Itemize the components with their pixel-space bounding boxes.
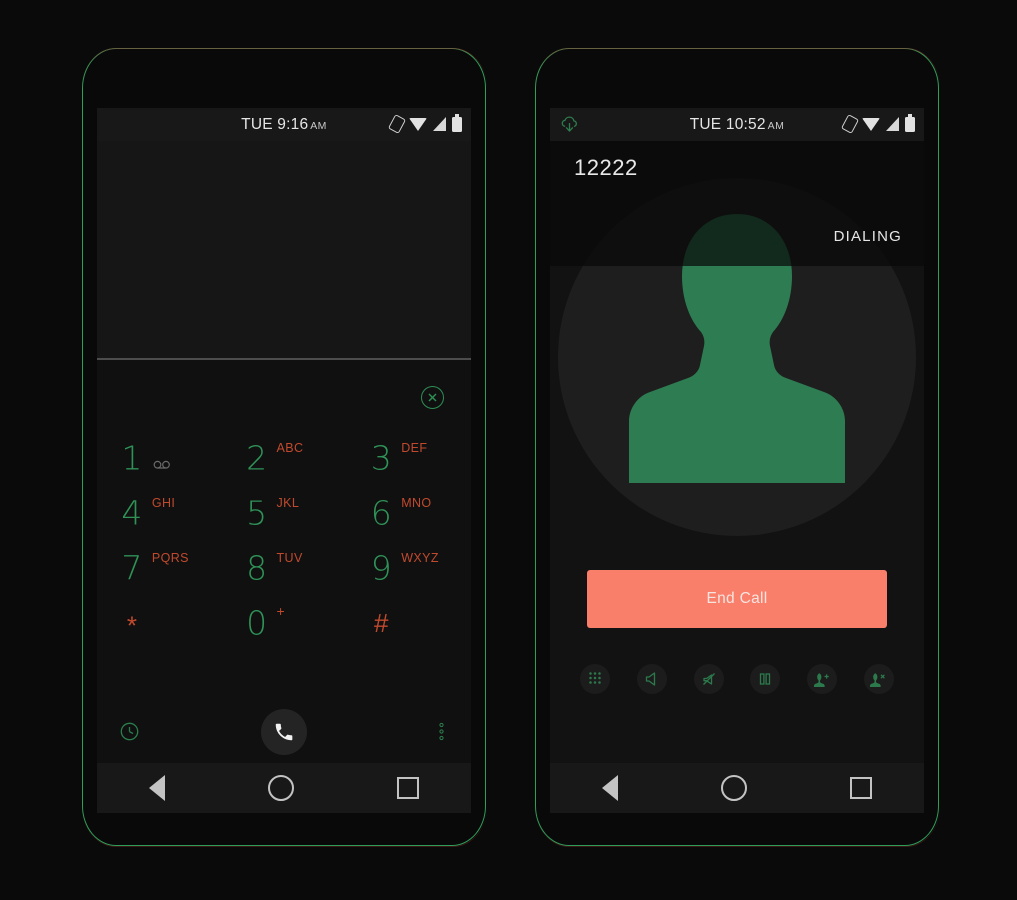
key-6[interactable]: 6 MNO [346,485,471,540]
clock-time: 10:52 [725,116,766,133]
keypad-row: 4 GHI 5 JKL 6 MNO [97,485,471,540]
more-vertical-icon [439,722,444,741]
clock-history-icon [120,722,139,741]
key-letters: PQRS [151,550,189,565]
status-bar-right: TUE 10:52 AM [550,108,924,141]
key-letters: GHI [151,495,176,510]
nav-bar-left [97,763,471,813]
screenshot-stage: TUE 9:16 AM 1 2 ABC 3 DEF 4 GHI 5 JKL 6 … [0,0,1017,900]
back-triangle-icon[interactable] [601,775,618,801]
dialpad-icon[interactable] [580,664,610,694]
key-digit: 0 [246,603,268,642]
keypad-row: * 0 + # [97,595,471,650]
keypad: 1 2 ABC 3 DEF 4 GHI 5 JKL 6 MNO 7 PQRS 8… [97,430,471,650]
call-controls [550,664,924,694]
key-letters: TUV [276,550,303,565]
voicemail-icon [153,456,171,474]
key-3[interactable]: 3 DEF [346,430,471,485]
battery-icon [452,114,462,132]
call-number: 12222 [574,155,638,180]
clock-day: TUE [241,116,273,133]
key-9[interactable]: 9 WXYZ [346,540,471,595]
dialer-phone: TUE 9:16 AM 1 2 ABC 3 DEF 4 GHI 5 JKL 6 … [81,47,487,847]
key-digit: 4 [121,493,143,532]
clock-ampm: AM [310,120,327,132]
key-digit: 6 [370,493,392,532]
key-1[interactable]: 1 [97,430,222,485]
mute-icon[interactable] [693,664,724,694]
hold-pause-icon[interactable] [750,664,781,694]
phone-handset-icon [275,723,293,741]
call-history-button[interactable] [120,722,139,746]
key-letters: ABC [276,440,304,455]
clear-button[interactable] [421,386,444,409]
key-digit: 1 [121,438,143,477]
keypad-row: 7 PQRS 8 TUV 9 WXYZ [97,540,471,595]
call-button[interactable] [261,709,307,755]
key-digit: # [374,607,389,638]
wifi-icon [409,117,427,131]
signal-icon [433,117,446,131]
key-4[interactable]: 4 GHI [97,485,222,540]
home-circle-icon[interactable] [720,775,747,801]
status-icons-left [387,114,462,134]
dialer-number-display[interactable] [97,141,471,358]
key-hash[interactable]: # [346,595,471,650]
status-bar-left: TUE 9:16 AM [97,108,471,141]
end-call-button[interactable]: End Call [587,570,887,628]
remove-call-icon[interactable] [863,664,894,694]
key-letters: DEF [401,440,428,455]
overflow-menu-button[interactable] [439,722,444,746]
back-triangle-icon[interactable] [148,775,165,801]
key-digit: 3 [370,438,392,477]
key-8[interactable]: 8 TUV [222,540,347,595]
key-digit: 7 [121,548,143,587]
rotation-lock-icon [387,114,407,134]
dialer-toolbar [97,703,471,763]
key-letters: WXYZ [401,550,439,565]
key-digit: 5 [246,493,268,532]
recents-square-icon[interactable] [850,777,873,799]
close-icon [428,393,437,402]
key-5[interactable]: 5 JKL [222,485,347,540]
add-call-icon[interactable] [807,664,838,694]
status-icons-right [840,114,915,134]
home-circle-icon[interactable] [267,775,294,801]
clock-time: 9:16 [277,116,309,133]
key-7[interactable]: 7 PQRS [97,540,222,595]
battery-icon [905,114,915,132]
key-digit: 2 [246,438,268,477]
key-letters: + [276,602,285,619]
dialer-screen: TUE 9:16 AM 1 2 ABC 3 DEF 4 GHI 5 JKL 6 … [97,108,471,813]
key-letters: JKL [276,495,300,510]
key-digit: 8 [246,548,268,587]
keypad-row: 1 2 ABC 3 DEF [97,430,471,485]
recents-square-icon[interactable] [397,777,420,799]
key-2[interactable]: 2 ABC [222,430,347,485]
dialpad-panel: 1 2 ABC 3 DEF 4 GHI 5 JKL 6 MNO 7 PQRS 8… [97,360,471,813]
clock-ampm: AM [767,120,785,132]
signal-icon [886,117,899,131]
key-0[interactable]: 0 + [222,595,347,650]
clock-day: TUE [689,116,722,133]
speaker-icon[interactable] [636,664,667,694]
key-letters: MNO [401,495,432,510]
in-call-phone: TUE 10:52 AM 12222 DIALING End Call [534,47,940,847]
call-status-label: DIALING [833,228,902,245]
key-star[interactable]: * [97,595,222,650]
key-digit: * [126,610,137,641]
wifi-icon [862,117,880,131]
in-call-screen: TUE 10:52 AM 12222 DIALING End Call [550,108,924,813]
rotation-lock-icon [840,114,860,134]
nav-bar-right [550,763,924,813]
key-digit: 9 [370,548,392,587]
